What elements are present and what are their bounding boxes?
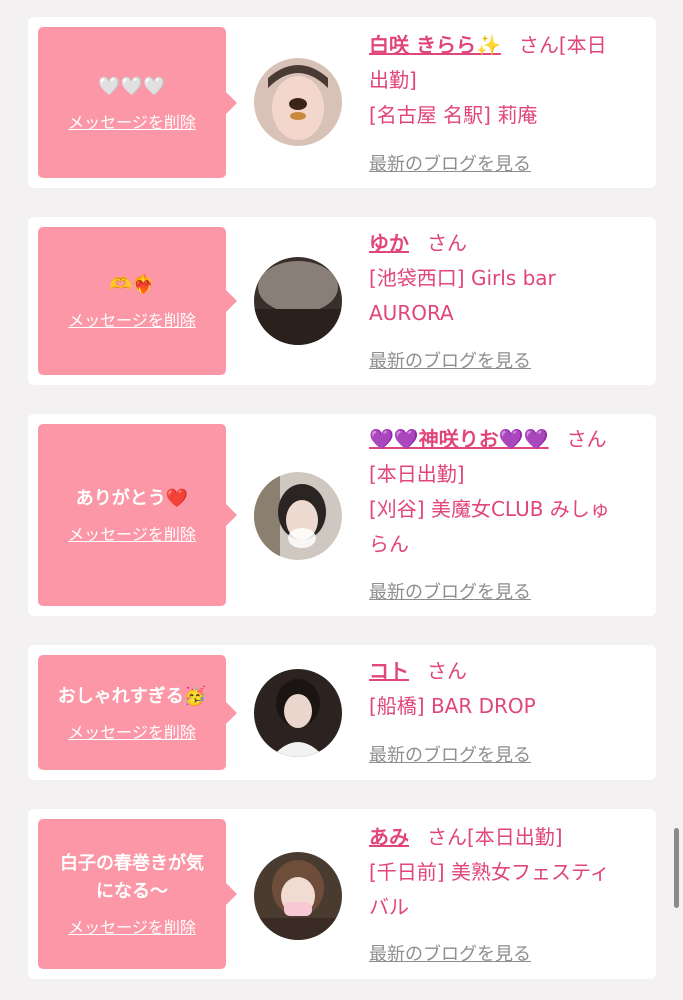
honorific: さん [427, 659, 467, 683]
delete-message-link[interactable]: メッセージを削除 [68, 914, 196, 938]
cast-info: 💜💜神咲りお💜💜 さん [本日出勤] [刈谷] 美魔女CLUB みしゅ らん [369, 422, 646, 562]
status-text: [本日 [558, 33, 607, 57]
message-card: 白子の春巻きが気 になる〜 メッセージを削除 あみ さん[本日出勤] [千日前] … [28, 809, 656, 979]
shop-line: [名古屋 名駅] 莉庵 [369, 103, 538, 127]
cast-info: コト さん [船橋] BAR DROP [369, 654, 646, 724]
shop-line: [刈谷] 美魔女CLUB みしゅ [369, 497, 610, 521]
message-bubble: ありがとう❤️ メッセージを削除 [38, 424, 237, 606]
info-line: 出勤] [369, 68, 417, 92]
name-line: 白咲 きらら✨ さん[本日 [369, 28, 646, 63]
honorific: さん [566, 427, 607, 451]
avatar[interactable] [254, 669, 342, 757]
message-text: 白子の春巻きが気 になる〜 [60, 853, 204, 902]
message-bubble: 🤍🤍🤍 メッセージを削除 [38, 27, 237, 178]
avatar[interactable] [254, 852, 342, 940]
delete-message-link[interactable]: メッセージを削除 [68, 719, 196, 743]
cast-name-link[interactable]: あみ [369, 825, 409, 849]
cast-name-link[interactable]: ゆか [369, 231, 409, 255]
message-card: ありがとう❤️ メッセージを削除 💜💜神咲りお💜💜 さん [本日出勤] [刈谷] … [28, 414, 656, 616]
shop-line: [船橋] BAR DROP [369, 694, 536, 718]
message-card: 🫶❤️‍🔥 メッセージを削除 ゆか さん [池袋西口] Girls bar AUR… [28, 217, 656, 385]
honorific: さん [427, 231, 467, 255]
message-bubble: 白子の春巻きが気 になる〜 メッセージを削除 [38, 819, 237, 969]
cast-name-link[interactable]: 白咲 きらら✨ [369, 33, 501, 57]
message-text: ありがとう❤️ [75, 488, 189, 509]
message-bubble: おしゃれすぎる🥳 メッセージを削除 [38, 655, 237, 770]
delete-message-link[interactable]: メッセージを削除 [68, 109, 196, 133]
shop-line: らん [369, 532, 409, 556]
honorific: さん [518, 33, 559, 57]
shop-line: AURORA [369, 301, 454, 325]
avatar[interactable] [254, 257, 342, 345]
shop-line: [池袋西口] Girls bar [369, 266, 556, 290]
message-card: 🤍🤍🤍 メッセージを削除 白咲 きらら✨ さん[本日 出勤] [名古屋 名駅] 莉… [28, 17, 656, 188]
delete-message-link[interactable]: メッセージを削除 [68, 521, 196, 545]
latest-blog-link[interactable]: 最新のブログを見る [369, 150, 531, 176]
latest-blog-link[interactable]: 最新のブログを見る [369, 741, 531, 767]
cast-name-link[interactable]: コト [369, 659, 409, 683]
message-text: 🫶❤️‍🔥 [109, 274, 155, 295]
scrollbar[interactable] [674, 828, 679, 908]
name-line: あみ さん[本日出勤] [369, 820, 646, 855]
name-line: コト さん [369, 654, 646, 689]
message-card: おしゃれすぎる🥳 メッセージを削除 コト さん [船橋] BAR DROP 最新の… [28, 645, 656, 780]
name-line: ゆか さん [369, 226, 646, 261]
cast-name-link[interactable]: 💜💜神咲りお💜💜 [369, 427, 549, 451]
delete-message-link[interactable]: メッセージを削除 [68, 307, 196, 331]
shop-line: バル [369, 895, 409, 919]
cast-info: あみ さん[本日出勤] [千日前] 美熟女フェスティ バル [369, 820, 646, 925]
status-line: [本日出勤] [369, 462, 465, 486]
cast-info: 白咲 きらら✨ さん[本日 出勤] [名古屋 名駅] 莉庵 [369, 28, 646, 133]
message-text: おしゃれすぎる🥳 [57, 685, 207, 707]
message-text: 🤍🤍🤍 [98, 75, 166, 97]
avatar[interactable] [254, 58, 342, 146]
status-text: [本日出勤] [467, 825, 563, 849]
cast-info: ゆか さん [池袋西口] Girls bar AURORA [369, 226, 646, 331]
name-line: 💜💜神咲りお💜💜 さん [369, 422, 646, 457]
message-bubble: 🫶❤️‍🔥 メッセージを削除 [38, 227, 237, 375]
honorific: さん [427, 825, 467, 849]
latest-blog-link[interactable]: 最新のブログを見る [369, 578, 531, 604]
avatar[interactable] [254, 472, 342, 560]
latest-blog-link[interactable]: 最新のブログを見る [369, 940, 531, 966]
shop-line: [千日前] 美熟女フェスティ [369, 860, 610, 884]
latest-blog-link[interactable]: 最新のブログを見る [369, 347, 531, 373]
